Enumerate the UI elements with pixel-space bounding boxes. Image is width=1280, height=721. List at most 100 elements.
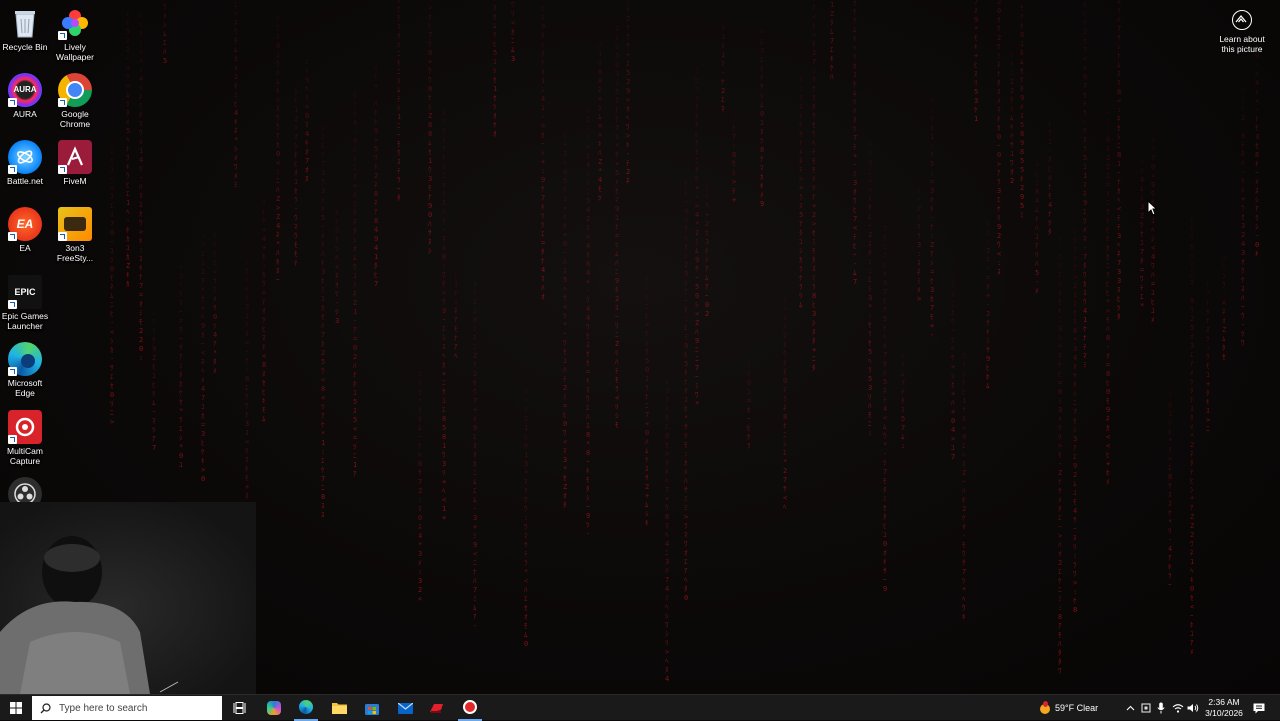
svg-text:0: 0 bbox=[615, 61, 619, 69]
svg-text:ﾊ: ﾊ bbox=[139, 183, 143, 191]
svg-text:ﾎ: ﾎ bbox=[321, 277, 325, 285]
svg-text:ﾘ: ﾘ bbox=[1073, 543, 1077, 551]
svg-text:-: - bbox=[695, 193, 699, 201]
network-button[interactable] bbox=[1170, 695, 1186, 721]
desktop-icon-epic-games[interactable]: EPIC Epic Games Launcher bbox=[0, 275, 50, 331]
svg-text:3: 3 bbox=[1241, 249, 1245, 257]
taskbar-clock[interactable]: 2:36 AM 3/10/2026 bbox=[1196, 697, 1252, 719]
svg-text:ﾘ: ﾘ bbox=[853, 53, 857, 61]
svg-text:+: + bbox=[442, 370, 446, 378]
svg-text::: : bbox=[732, 142, 736, 150]
desktop: ｼﾂｶﾕｰ = ｽｴﾘ 7 0 ｰﾕﾂ 0 ﾓﾈﾑﾆﾋ - < ｼｶ - ｻｴｾ 0 ﾘﾆ > ﾃﾓ 5 ﾏﾏｰ + ﾂ… bbox=[0, 0, 1280, 694]
svg-text:5: 5 bbox=[868, 375, 872, 383]
svg-text:ﾂ: ﾂ bbox=[245, 321, 249, 329]
svg-text:>: > bbox=[1106, 109, 1110, 117]
svg-text:ﾜ: ﾜ bbox=[1058, 667, 1062, 675]
svg-text:ﾑ: ﾑ bbox=[473, 496, 477, 504]
svg-text:-: - bbox=[1241, 123, 1245, 131]
microphone-button[interactable] bbox=[1154, 695, 1168, 721]
taskbar-copilot[interactable] bbox=[262, 695, 286, 721]
svg-text:ｽ: ｽ bbox=[245, 429, 249, 437]
svg-text:ｼ: ｼ bbox=[645, 510, 649, 518]
desktop-icon-multicam[interactable]: MultiCam Capture bbox=[0, 410, 50, 466]
svg-text:-: - bbox=[541, 113, 545, 121]
learn-about-picture[interactable]: Learn about this picture bbox=[1212, 10, 1272, 54]
svg-text:<: < bbox=[695, 310, 699, 318]
svg-text:ﾐ: ﾐ bbox=[986, 337, 990, 345]
svg-text:7: 7 bbox=[962, 568, 966, 576]
taskbar-search-box[interactable]: Type here to search bbox=[32, 696, 222, 720]
svg-text:ﾎ: ﾎ bbox=[1106, 469, 1110, 477]
svg-text:<: < bbox=[353, 425, 357, 433]
desktop-icon-recycle-bin[interactable]: Recycle Bin bbox=[0, 6, 50, 52]
svg-text:3: 3 bbox=[1241, 222, 1245, 230]
desktop-icon-aura[interactable]: AURA AURA bbox=[0, 73, 50, 119]
svg-text:ｴ: ｴ bbox=[747, 361, 751, 369]
svg-text:ﾕ: ﾕ bbox=[294, 178, 298, 186]
svg-text:4: 4 bbox=[1083, 307, 1087, 315]
svg-text:8: 8 bbox=[473, 316, 477, 324]
desktop-icon-ea[interactable]: EA EA bbox=[0, 207, 50, 253]
svg-text:*: * bbox=[418, 541, 422, 549]
svg-text:ﾕ: ﾕ bbox=[799, 238, 803, 246]
svg-text::: : bbox=[930, 169, 934, 177]
svg-text:ｾ: ｾ bbox=[853, 0, 857, 7]
svg-text:ﾗ: ﾗ bbox=[1168, 446, 1172, 454]
taskbar-app-red[interactable] bbox=[425, 695, 449, 721]
desktop-icon-edge[interactable]: Microsoft Edge bbox=[0, 342, 50, 398]
svg-text:5: 5 bbox=[883, 315, 887, 323]
taskbar-mail[interactable] bbox=[393, 695, 417, 721]
svg-text:1: 1 bbox=[126, 199, 130, 207]
svg-text:ﾏ: ﾏ bbox=[541, 275, 545, 283]
svg-text:ﾆ: ﾆ bbox=[1073, 399, 1077, 407]
svg-text:ﾓ: ﾓ bbox=[1206, 362, 1210, 370]
desktop-icon-lively-wallpaper[interactable]: Lively Wallpaper bbox=[50, 6, 100, 62]
svg-text:ﾇ: ﾇ bbox=[245, 492, 249, 500]
svg-text:ﾅ: ﾅ bbox=[428, 193, 432, 201]
svg-text:ｾ: ｾ bbox=[868, 321, 872, 329]
svg-text:8: 8 bbox=[1106, 334, 1110, 342]
desktop-icon-battlenet[interactable]: Battle.net bbox=[0, 140, 50, 186]
svg-text:ｵ: ｵ bbox=[997, 16, 1001, 24]
svg-text:ｻ: ｻ bbox=[1117, 34, 1121, 42]
svg-text:ｻ: ｻ bbox=[213, 304, 217, 312]
svg-text:ﾑ: ﾑ bbox=[262, 415, 266, 423]
task-view-button[interactable] bbox=[228, 695, 250, 721]
svg-text:ｵ: ｵ bbox=[684, 243, 688, 251]
svg-text:ﾘ: ﾘ bbox=[665, 639, 669, 647]
svg-text:ﾗ: ﾗ bbox=[747, 442, 751, 450]
svg-text:2: 2 bbox=[1083, 28, 1087, 36]
svg-text:ﾘ: ﾘ bbox=[397, 77, 401, 85]
start-button[interactable] bbox=[4, 695, 28, 721]
svg-text:ﾊ: ﾊ bbox=[353, 362, 357, 370]
svg-text:ｹ: ｹ bbox=[1073, 597, 1077, 605]
svg-text:ﾗ: ﾗ bbox=[1222, 272, 1226, 280]
svg-text:ﾆ: ﾆ bbox=[397, 122, 401, 130]
taskbar-edge[interactable] bbox=[294, 695, 318, 721]
svg-text:ﾀ: ﾀ bbox=[1058, 658, 1062, 666]
show-hidden-icons-button[interactable] bbox=[1122, 695, 1138, 721]
svg-text:4: 4 bbox=[541, 266, 545, 274]
taskbar-file-explorer[interactable] bbox=[327, 695, 351, 721]
svg-text:ﾎ: ﾎ bbox=[997, 115, 1001, 123]
svg-text:ｽ: ｽ bbox=[586, 341, 590, 349]
desktop-icon-chrome[interactable]: Google Chrome bbox=[50, 73, 100, 129]
desktop-icon-fivem[interactable]: FiveM bbox=[50, 140, 100, 186]
taskbar-store[interactable] bbox=[360, 695, 384, 721]
weather-widget[interactable]: 59°F Clear bbox=[1040, 695, 1116, 721]
svg-text:ﾊ: ﾊ bbox=[868, 402, 872, 410]
svg-text:ﾃ: ﾃ bbox=[294, 259, 298, 267]
svg-text:ﾈ: ﾈ bbox=[695, 112, 699, 120]
svg-text:2: 2 bbox=[695, 229, 699, 237]
svg-text:ﾆ: ﾆ bbox=[883, 243, 887, 251]
svg-text:ﾆ: ﾆ bbox=[1010, 69, 1014, 77]
svg-text:ﾅ: ﾅ bbox=[1255, 115, 1259, 123]
notifications-button[interactable] bbox=[1252, 695, 1266, 721]
svg-text:ｾ: ｾ bbox=[1083, 91, 1087, 99]
svg-text:ｻ: ｻ bbox=[1073, 516, 1077, 524]
tray-app-button[interactable] bbox=[1139, 695, 1153, 721]
desktop-icon-3on3-freestyle[interactable]: 3on3 FreeSty... bbox=[50, 207, 100, 263]
taskbar-app-dark[interactable] bbox=[458, 695, 482, 721]
svg-text:ﾍ: ﾍ bbox=[665, 477, 669, 485]
svg-text:ｱ: ｱ bbox=[353, 326, 357, 334]
